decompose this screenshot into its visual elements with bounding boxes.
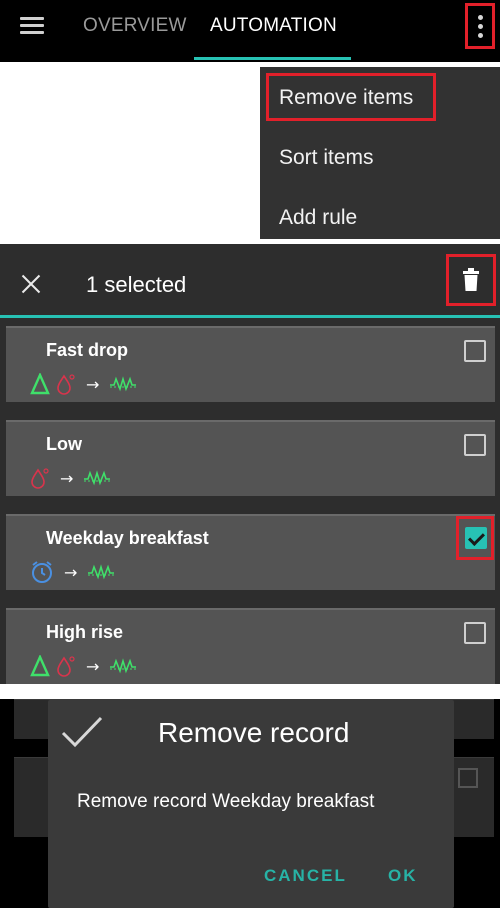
close-icon[interactable] bbox=[21, 274, 41, 294]
rule-card-fast-drop[interactable]: Fast drop → bbox=[6, 326, 495, 402]
app-toolbar: OVERVIEW AUTOMATION bbox=[0, 0, 500, 62]
menu-item-remove-items[interactable]: Remove items bbox=[279, 86, 413, 110]
rule-checkbox[interactable] bbox=[464, 340, 486, 362]
delta-icon bbox=[30, 655, 50, 677]
rule-name: High rise bbox=[46, 622, 124, 642]
rule-checkbox[interactable] bbox=[464, 434, 486, 456]
cancel-button[interactable]: CANCEL bbox=[264, 866, 347, 886]
rule-name: Low bbox=[46, 434, 82, 454]
rule-card-weekday-breakfast[interactable]: Weekday breakfast → bbox=[6, 514, 495, 590]
delete-button[interactable] bbox=[446, 254, 496, 306]
content-area: Remove items Sort items Add rule bbox=[0, 62, 500, 244]
hamburger-icon[interactable] bbox=[20, 14, 46, 36]
dialog-screen: Remove record Remove record Weekday brea… bbox=[0, 699, 500, 908]
more-options-button[interactable] bbox=[465, 3, 495, 49]
selection-screen: 1 selected Fast drop → Low → Weekday bre… bbox=[0, 244, 500, 684]
rule-name: Weekday breakfast bbox=[46, 528, 209, 548]
selection-bar: 1 selected bbox=[0, 244, 500, 318]
menu-item-sort-items[interactable]: Sort items bbox=[279, 146, 374, 170]
arrow-icon: → bbox=[60, 468, 74, 488]
dialog-title: Remove record bbox=[158, 717, 350, 748]
arrow-icon: → bbox=[64, 562, 78, 582]
overflow-menu: Remove items Sort items Add rule bbox=[260, 67, 500, 239]
rule-card-low[interactable]: Low → bbox=[6, 420, 495, 496]
check-icon bbox=[61, 716, 103, 748]
drop-icon bbox=[57, 656, 75, 677]
profile-wave-icon bbox=[110, 658, 137, 674]
rule-list: Fast drop → Low → Weekday breakfast → Hi… bbox=[0, 320, 500, 684]
drop-icon bbox=[31, 468, 49, 489]
rule-card-high-rise[interactable]: High rise → bbox=[6, 608, 495, 684]
selection-count: 1 selected bbox=[86, 272, 187, 297]
tab-overview[interactable]: OVERVIEW bbox=[83, 15, 187, 37]
confirm-dialog: Remove record Remove record Weekday brea… bbox=[48, 700, 454, 908]
more-vertical-icon bbox=[478, 15, 483, 20]
profile-wave-icon bbox=[88, 564, 115, 580]
arrow-icon: → bbox=[86, 374, 100, 394]
arrow-icon: → bbox=[86, 656, 100, 676]
alarm-clock-icon bbox=[32, 561, 52, 583]
active-tab-indicator bbox=[194, 57, 351, 60]
rule-checkbox-checked[interactable] bbox=[465, 527, 487, 549]
dialog-message: Remove record Weekday breakfast bbox=[77, 791, 375, 812]
delta-icon bbox=[30, 373, 50, 395]
rule-checkbox[interactable] bbox=[464, 622, 486, 644]
ok-button[interactable]: OK bbox=[388, 866, 418, 886]
highlight-box bbox=[456, 516, 494, 560]
rule-name: Fast drop bbox=[46, 340, 129, 360]
profile-wave-icon bbox=[84, 470, 111, 486]
drop-icon bbox=[57, 374, 75, 395]
profile-wave-icon bbox=[110, 376, 137, 392]
selection-bar-underline bbox=[0, 315, 500, 318]
trash-icon bbox=[463, 268, 479, 291]
menu-item-add-rule[interactable]: Add rule bbox=[279, 206, 357, 230]
tab-automation[interactable]: AUTOMATION bbox=[210, 15, 337, 37]
